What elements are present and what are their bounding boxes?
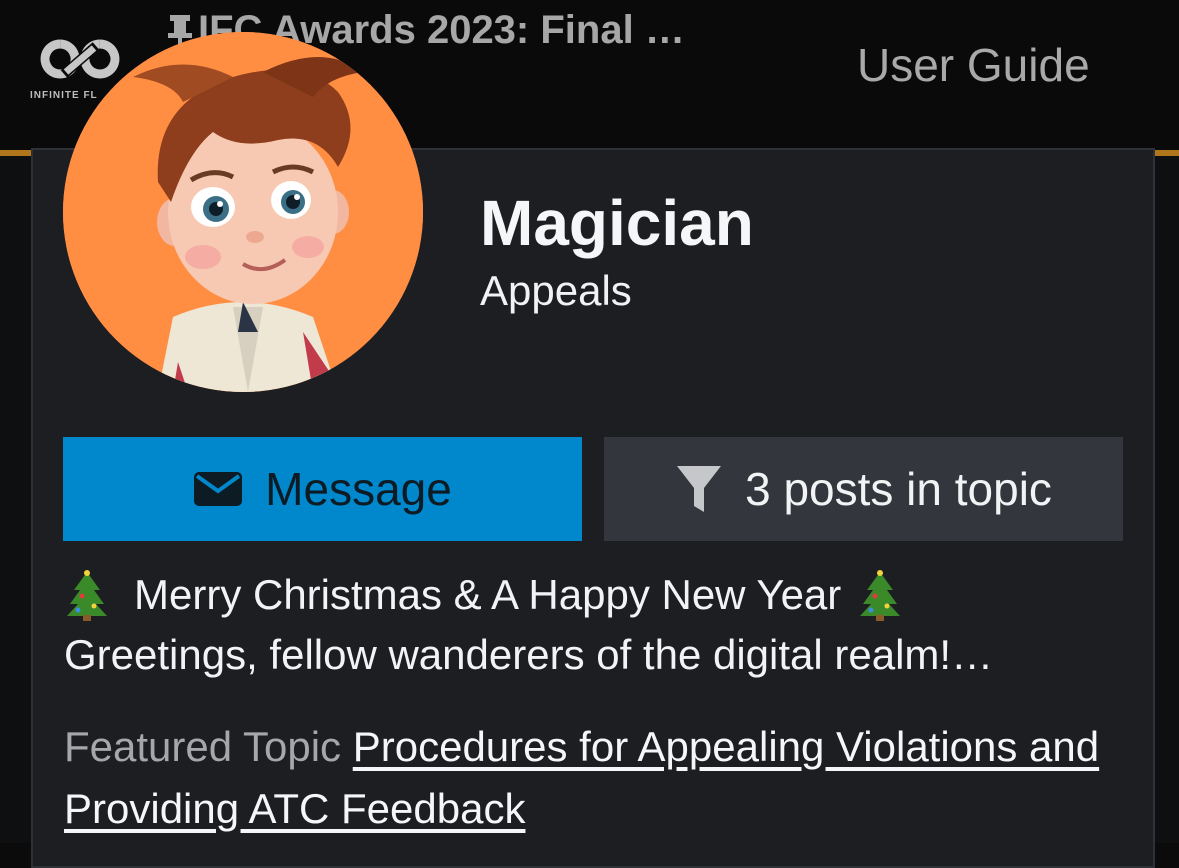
- bio-line-1: Merry Christmas & A Happy New Year: [64, 568, 903, 622]
- filter-icon: [677, 466, 722, 512]
- christmas-tree-icon: [860, 570, 901, 621]
- user-name[interactable]: Magician: [480, 186, 754, 260]
- bio-line-2: Greetings, fellow wanderers of the digit…: [64, 631, 994, 678]
- message-button[interactable]: Message: [63, 437, 582, 541]
- avatar[interactable]: [63, 32, 423, 392]
- posts-button-label: 3 posts in topic: [745, 463, 1052, 515]
- featured-topic-label: Featured Topic: [64, 723, 342, 770]
- posts-in-topic-button[interactable]: 3 posts in topic: [604, 437, 1123, 541]
- page-gutter-right: [1155, 156, 1179, 843]
- infinite-flight-logo-icon: [40, 39, 120, 79]
- avatar-illustration: [63, 32, 423, 392]
- message-button-label: Message: [265, 463, 452, 515]
- bio-greeting: Merry Christmas & A Happy New Year: [134, 571, 842, 618]
- logo-text: INFINITE FL: [30, 90, 98, 101]
- page-gutter-left: [0, 156, 31, 843]
- featured-topic: Featured Topic Procedures for Appealing …: [64, 716, 1124, 840]
- user-guide-link[interactable]: User Guide: [857, 38, 1090, 92]
- christmas-tree-icon: [67, 570, 107, 621]
- envelope-icon: [194, 472, 243, 506]
- user-group[interactable]: Appeals: [480, 267, 632, 315]
